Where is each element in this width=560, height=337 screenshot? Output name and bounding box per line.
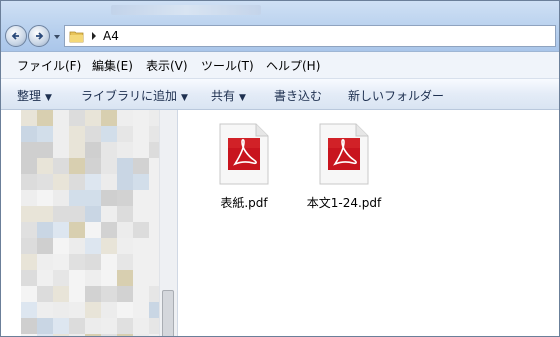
organize-label: 整理 (17, 89, 42, 103)
address-path[interactable]: A4 (103, 29, 119, 43)
recent-pages-dropdown-icon[interactable] (53, 33, 61, 41)
breadcrumb-arrow-icon[interactable] (90, 31, 98, 41)
menu-help[interactable]: ヘルプ(H) (266, 57, 320, 74)
menu-view[interactable]: 表示(V) (146, 57, 188, 74)
menu-edit[interactable]: 編集(E) (92, 57, 133, 74)
add-to-library-label: ライブラリに追加 (81, 89, 178, 103)
share-dropdown-icon: ▼ (239, 93, 246, 103)
menu-tools[interactable]: ツール(T) (201, 57, 254, 74)
organize-dropdown-icon: ▼ (45, 93, 52, 103)
file-name: 表紙.pdf (220, 196, 268, 210)
folder-icon (69, 31, 84, 43)
share-button[interactable]: 共有 ▼ (211, 87, 246, 104)
add-to-library-button[interactable]: ライブラリに追加 ▼ (81, 87, 188, 104)
share-label: 共有 (211, 89, 236, 103)
file-list[interactable]: 表紙.pdf 本文1-24.pdf (178, 110, 559, 336)
nav-scrollbar-thumb[interactable] (162, 290, 174, 336)
file-item[interactable]: 本文1-24.pdf (296, 122, 392, 211)
navigation-pane[interactable] (1, 110, 178, 336)
organize-button[interactable]: 整理 ▼ (17, 87, 52, 104)
back-button[interactable] (5, 25, 27, 47)
pdf-icon (318, 122, 370, 186)
back-arrow-icon (11, 32, 19, 40)
add-to-library-dropdown-icon: ▼ (181, 93, 188, 103)
new-folder-button[interactable]: 新しいフォルダー (348, 87, 444, 104)
address-box[interactable]: A4 (64, 25, 556, 47)
burn-button[interactable]: 書き込む (274, 87, 322, 104)
nav-scrollbar[interactable] (159, 110, 177, 336)
blurred-title (111, 5, 261, 15)
forward-button[interactable] (28, 25, 50, 47)
pdf-icon (218, 122, 270, 186)
forward-arrow-icon (36, 32, 44, 40)
blurred-folder-tree (21, 110, 165, 336)
command-bar: 整理 ▼ ライブラリに追加 ▼ 共有 ▼ 書き込む 新しいフォルダー (1, 79, 559, 110)
menu-bar: ファイル(F) 編集(E) 表示(V) ツール(T) ヘルプ(H) (1, 52, 559, 79)
file-item[interactable]: 表紙.pdf (196, 122, 292, 211)
menu-file[interactable]: ファイル(F) (17, 57, 81, 74)
address-bar-area: A4 (1, 1, 559, 52)
explorer-window: A4 ファイル(F) 編集(E) 表示(V) ツール(T) ヘルプ(H) 整理 ▼… (0, 0, 560, 337)
file-name: 本文1-24.pdf (306, 196, 382, 210)
